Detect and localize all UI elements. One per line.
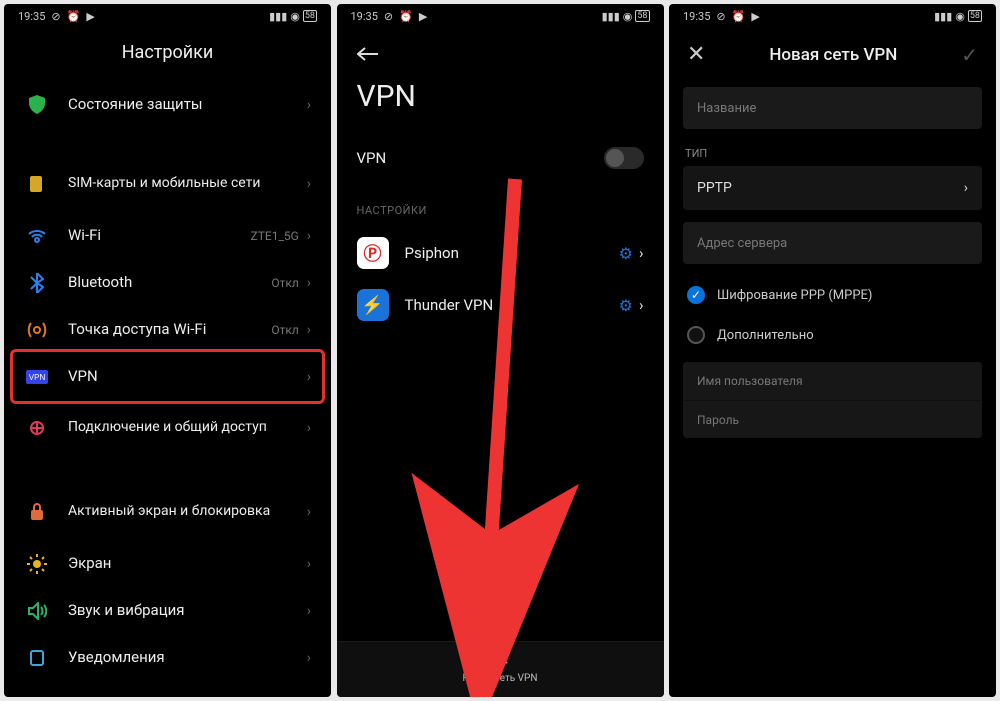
section-header: НАСТРОЙКИ: [337, 178, 664, 227]
vpn-toggle-row[interactable]: VPN: [337, 138, 664, 178]
dialog-title: Новая сеть VPN: [769, 45, 897, 65]
checkbox-off-icon: [687, 326, 705, 344]
server-input[interactable]: Адрес сервера: [683, 222, 982, 264]
status-bar: 19:35 ⊘ ⏰ ▶ ▮▮▮ ◉ 58: [669, 4, 996, 28]
chevron-right-icon: ›: [639, 296, 644, 314]
wifi-icon: [24, 228, 50, 244]
alarm-icon: ⏰: [732, 10, 746, 23]
bell-icon: [24, 649, 50, 667]
chevron-right-icon: ›: [307, 228, 311, 244]
dnd-icon: ⊘: [384, 10, 393, 23]
dialog-header: ✕ Новая сеть VPN ✓: [669, 28, 996, 75]
battery-icon: 58: [968, 10, 982, 22]
vpn-toggle-label: VPN: [357, 149, 387, 167]
item-sound[interactable]: Звук и вибрация ›: [4, 587, 331, 634]
hotspot-icon: [24, 321, 50, 339]
item-display[interactable]: Экран ›: [4, 540, 331, 587]
item-bluetooth[interactable]: Bluetooth Откл ›: [4, 259, 331, 306]
item-vpn[interactable]: VPN VPN ›: [4, 353, 331, 400]
gear-icon[interactable]: ⚙: [619, 244, 633, 263]
screen-vpn-list: 19:35 ⊘ ⏰ ▶ ▮▮▮ ◉ 58 VPN VPN НАСТРОЙКИ Ⓟ…: [337, 4, 664, 697]
screen-new-vpn: 19:35 ⊘ ⏰ ▶ ▮▮▮ ◉ 58 ✕ Новая сеть VPN ✓ …: [669, 4, 996, 697]
vpn-app-thunder[interactable]: ⚡ Thunder VPN ⚙ ›: [337, 279, 664, 331]
psiphon-icon: Ⓟ: [357, 237, 389, 269]
youtube-icon: ▶: [419, 10, 427, 23]
chevron-right-icon: ›: [307, 556, 311, 572]
password-input[interactable]: Пароль: [683, 400, 982, 438]
checkbox-on-icon: ✓: [687, 286, 705, 304]
signal-icon: ▮▮▮: [269, 10, 287, 23]
wifi-icon: ◉: [623, 10, 633, 23]
sun-icon: [24, 554, 50, 574]
chevron-right-icon: ›: [307, 603, 311, 619]
svg-text:VPN: VPN: [29, 373, 46, 382]
chevron-right-icon: ›: [307, 420, 311, 436]
youtube-icon: ▶: [751, 10, 759, 23]
chevron-right-icon: ›: [307, 369, 311, 385]
screen-settings: 19:35 ⊘ ⏰ ▶ ▮▮▮ ◉ 58 Настройки Состояние…: [4, 4, 331, 697]
sim-icon: [24, 174, 50, 194]
battery-icon: 58: [635, 10, 649, 22]
mppe-checkbox-row[interactable]: ✓ Шифрование PPP (MPPE): [669, 264, 996, 304]
chevron-right-icon: ›: [307, 322, 311, 338]
gear-icon[interactable]: ⚙: [619, 296, 633, 315]
alarm-icon: ⏰: [67, 10, 81, 23]
chevron-right-icon: ›: [307, 504, 311, 520]
thunder-icon: ⚡: [357, 289, 389, 321]
chevron-right-icon: ›: [307, 97, 311, 113]
add-vpn-button[interactable]: ＋ Новая сеть VPN: [337, 641, 664, 697]
signal-icon: ▮▮▮: [934, 10, 952, 23]
vpn-icon: VPN: [24, 370, 50, 384]
type-select[interactable]: PPTP ›: [683, 166, 982, 210]
item-sim[interactable]: SIM-карты и мобильные сети ›: [4, 156, 331, 212]
toggle-switch[interactable]: [604, 147, 644, 169]
status-bar: 19:35 ⊘ ⏰ ▶ ▮▮▮ ◉ 58: [4, 4, 331, 28]
item-notifications[interactable]: Уведомления ›: [4, 634, 331, 681]
page-title: Настройки: [4, 28, 331, 81]
credentials-group: Имя пользователя Пароль: [683, 362, 982, 438]
speaker-icon: [24, 602, 50, 620]
status-time: 19:35: [18, 10, 45, 23]
item-wifi[interactable]: Wi-Fi ZTE1_5G ›: [4, 212, 331, 259]
chevron-right-icon: ›: [307, 176, 311, 192]
item-lockscreen[interactable]: Активный экран и блокировка ›: [4, 484, 331, 540]
battery-icon: 58: [303, 10, 317, 22]
status-time: 19:35: [351, 10, 378, 23]
chevron-right-icon: ›: [307, 275, 311, 291]
status-time: 19:35: [683, 10, 710, 23]
confirm-icon[interactable]: ✓: [961, 43, 978, 67]
name-input[interactable]: Название: [683, 87, 982, 129]
wifi-icon: ◉: [290, 10, 300, 23]
close-icon[interactable]: ✕: [687, 42, 705, 67]
wifi-icon: ◉: [955, 10, 965, 23]
chevron-right-icon: ›: [964, 180, 968, 196]
bluetooth-icon: [24, 273, 50, 293]
back-button[interactable]: [337, 28, 664, 65]
chevron-right-icon: ›: [639, 244, 644, 262]
signal-icon: ▮▮▮: [602, 10, 620, 23]
youtube-icon: ▶: [86, 10, 94, 23]
shield-icon: [24, 95, 50, 115]
lock-icon: [24, 503, 50, 521]
page-title: VPN: [337, 65, 664, 138]
item-security-status[interactable]: Состояние защиты ›: [4, 81, 331, 128]
dnd-icon: ⊘: [51, 10, 60, 23]
item-connectivity[interactable]: Подключение и общий доступ ›: [4, 400, 331, 456]
status-bar: 19:35 ⊘ ⏰ ▶ ▮▮▮ ◉ 58: [337, 4, 664, 28]
plus-icon: ＋: [490, 656, 510, 670]
chevron-right-icon: ›: [307, 650, 311, 666]
type-label: ТИП: [669, 129, 996, 166]
vpn-app-psiphon[interactable]: Ⓟ Psiphon ⚙ ›: [337, 227, 664, 279]
username-input[interactable]: Имя пользователя: [683, 362, 982, 400]
advanced-checkbox-row[interactable]: Дополнительно: [669, 304, 996, 344]
item-hotspot[interactable]: Точка доступа Wi-Fi Откл ›: [4, 306, 331, 353]
share-icon: [24, 419, 50, 437]
dnd-icon: ⊘: [716, 10, 725, 23]
alarm-icon: ⏰: [399, 10, 413, 23]
